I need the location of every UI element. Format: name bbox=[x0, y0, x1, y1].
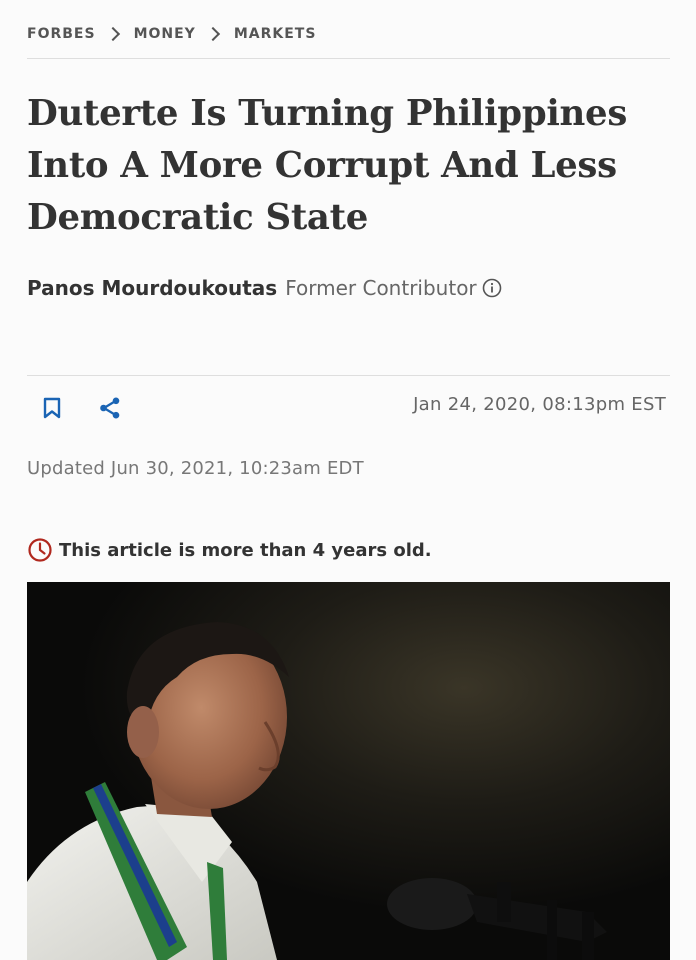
chevron-right-icon bbox=[105, 26, 120, 42]
author-role: Former Contributor bbox=[285, 276, 477, 300]
clock-icon bbox=[28, 538, 52, 562]
share-button[interactable] bbox=[96, 394, 124, 422]
byline: Panos Mourdoukoutas Former Contributor bbox=[27, 276, 502, 300]
info-icon[interactable] bbox=[482, 278, 502, 298]
author-name[interactable]: Panos Mourdoukoutas bbox=[27, 276, 277, 300]
hero-image bbox=[27, 582, 670, 960]
bookmark-button[interactable] bbox=[39, 394, 65, 422]
publish-date: Jan 24, 2020, 08:13pm EST bbox=[413, 394, 666, 415]
share-icon bbox=[100, 397, 120, 419]
divider bbox=[27, 375, 670, 376]
divider bbox=[27, 58, 670, 59]
breadcrumb-item-markets[interactable]: MARKETS bbox=[234, 26, 317, 42]
age-notice-text: This article is more than 4 years old. bbox=[59, 539, 432, 561]
chevron-right-icon bbox=[205, 26, 220, 42]
breadcrumb: FORBES MONEY MARKETS bbox=[27, 26, 316, 42]
hero-photo[interactable] bbox=[27, 582, 670, 960]
updated-date: Updated Jun 30, 2021, 10:23am EDT bbox=[27, 458, 364, 479]
article-age-notice: This article is more than 4 years old. bbox=[27, 537, 432, 563]
bookmark-icon bbox=[43, 397, 61, 419]
breadcrumb-item-money[interactable]: MONEY bbox=[134, 26, 196, 42]
breadcrumb-item-forbes[interactable]: FORBES bbox=[27, 26, 96, 42]
article-headline: Duterte Is Turning Philippines Into A Mo… bbox=[27, 93, 628, 238]
